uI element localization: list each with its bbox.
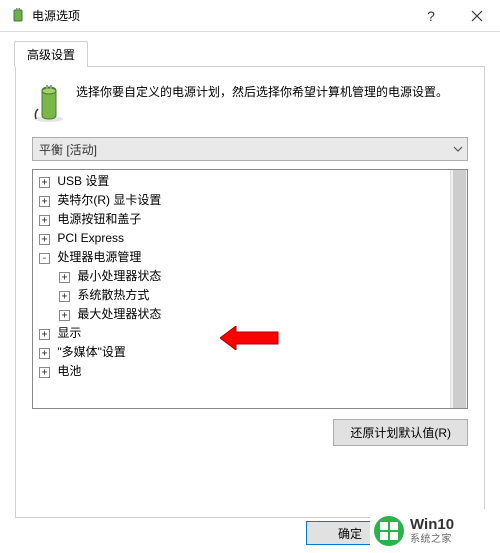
settings-tree: + USB 设置+ 英特尔(R) 显卡设置+ 电源按钮和盖子+ PCI Expr…: [32, 169, 468, 409]
tree-container: + USB 设置+ 英特尔(R) 显卡设置+ 电源按钮和盖子+ PCI Expr…: [33, 170, 467, 383]
tree-item-label: 系统散热方式: [74, 288, 149, 302]
expand-icon[interactable]: +: [59, 272, 70, 283]
description-text: 选择你要自定义的电源计划，然后选择你希望计算机管理的电源设置。: [76, 83, 448, 123]
close-button[interactable]: [454, 0, 500, 32]
annotation-arrow: [220, 326, 280, 350]
watermark-text: Win10 系统之家: [410, 517, 454, 545]
watermark: Win10 系统之家: [370, 509, 500, 553]
watermark-logo-icon: [374, 516, 404, 546]
tree-item-label: 显示: [54, 326, 81, 340]
tree-item[interactable]: + 系统散热方式: [35, 286, 467, 305]
expand-icon[interactable]: +: [39, 348, 50, 359]
vertical-scrollbar[interactable]: [450, 170, 467, 408]
window-controls: ?: [408, 0, 500, 32]
expand-icon[interactable]: +: [39, 329, 50, 340]
tree-item-label: 最大处理器状态: [74, 307, 161, 321]
expand-icon[interactable]: +: [59, 291, 70, 302]
watermark-line1: Win10: [410, 517, 454, 534]
tab-strip: 高级设置: [14, 40, 490, 66]
tree-item[interactable]: + 电源按钮和盖子: [35, 210, 467, 229]
tree-item-label: 电池: [54, 364, 81, 378]
tree-item[interactable]: + 英特尔(R) 显卡设置: [35, 191, 467, 210]
watermark-line2: 系统之家: [410, 534, 454, 545]
expand-icon[interactable]: +: [39, 367, 50, 378]
power-plan-combo[interactable]: 平衡 [活动]: [32, 137, 468, 161]
tree-item[interactable]: - 处理器电源管理: [35, 248, 467, 267]
restore-defaults-button[interactable]: 还原计划默认值(R): [333, 419, 468, 446]
titlebar[interactable]: 电源选项 ?: [0, 0, 500, 32]
tree-item[interactable]: + 电池: [35, 362, 467, 381]
tree-item[interactable]: + USB 设置: [35, 172, 467, 191]
collapse-icon[interactable]: -: [39, 253, 50, 264]
combo-value: 平衡 [活动]: [39, 141, 97, 158]
help-button[interactable]: ?: [408, 0, 454, 32]
description-row: 选择你要自定义的电源计划，然后选择你希望计算机管理的电源设置。: [32, 83, 468, 123]
power-icon: [10, 8, 26, 24]
expand-icon[interactable]: +: [39, 215, 50, 226]
client-area: 高级设置 选择你要自定义的电源计划，然后选择你希望计算机管理的电源设置。: [0, 32, 500, 518]
tab-page: 选择你要自定义的电源计划，然后选择你希望计算机管理的电源设置。 平衡 [活动] …: [15, 66, 485, 518]
tree-item-label: 电源按钮和盖子: [54, 212, 141, 226]
power-options-window: 电源选项 ? 高级设置: [0, 0, 500, 553]
tree-item-label: PCI Express: [54, 231, 124, 245]
tree-item-label: USB 设置: [54, 174, 109, 188]
tab-advanced-settings[interactable]: 高级设置: [14, 41, 88, 67]
scrollbar-thumb[interactable]: [453, 170, 466, 408]
battery-plan-icon: [32, 83, 66, 123]
expand-icon[interactable]: +: [39, 177, 50, 188]
tree-item-label: 最小处理器状态: [74, 269, 161, 283]
expand-icon[interactable]: +: [39, 234, 50, 245]
expand-icon[interactable]: +: [59, 310, 70, 321]
tree-item[interactable]: + PCI Express: [35, 229, 467, 248]
chevron-down-icon: [453, 144, 463, 155]
tree-item-label: "多媒体"设置: [54, 345, 126, 359]
window-title: 电源选项: [32, 7, 80, 24]
tree-item-label: 处理器电源管理: [54, 250, 141, 264]
tree-item[interactable]: + 最大处理器状态: [35, 305, 467, 324]
tree-item-label: 英特尔(R) 显卡设置: [54, 193, 161, 207]
tree-item[interactable]: + 最小处理器状态: [35, 267, 467, 286]
expand-icon[interactable]: +: [39, 196, 50, 207]
